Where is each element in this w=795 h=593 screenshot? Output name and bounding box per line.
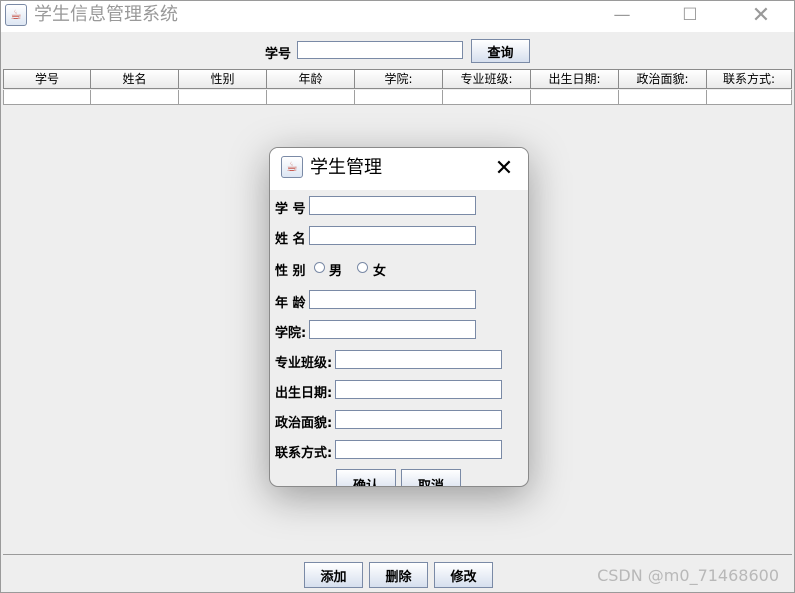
- dialog-title-bar: ☕ 学生管理 ✕: [270, 148, 528, 190]
- column-header[interactable]: 联系方式:: [707, 69, 792, 89]
- student-id-field[interactable]: [309, 196, 476, 215]
- title-bar: ☕ 学生信息管理系统 — ☐ ✕: [1, 1, 794, 32]
- birthdate-field[interactable]: [335, 380, 502, 399]
- table-header: 学号 姓名 性别 年龄 学院: 专业班级: 出生日期: 政治面貌: 联系方式:: [3, 69, 792, 90]
- modify-button[interactable]: 修改: [434, 562, 493, 588]
- gender-female-radio[interactable]: [357, 262, 368, 273]
- table-cell[interactable]: [531, 90, 619, 105]
- column-header[interactable]: 学号: [3, 69, 91, 89]
- column-header[interactable]: 政治面貌:: [619, 69, 707, 89]
- gender-label: 性 别: [275, 264, 306, 279]
- table-cell[interactable]: [707, 90, 792, 105]
- gender-male-radio[interactable]: [314, 262, 325, 273]
- gender-male-label[interactable]: 男: [329, 260, 342, 279]
- search-label: 学号: [265, 47, 292, 62]
- dialog-close-icon[interactable]: ✕: [490, 154, 518, 182]
- college-label: 学院:: [275, 326, 307, 341]
- major-class-field[interactable]: [335, 350, 502, 369]
- student-dialog: ☕ 学生管理 ✕ 学 号 姓 名 性 别 男 女 年 龄 学院: 专业班级: 出…: [269, 147, 529, 487]
- birthdate-label: 出生日期:: [275, 386, 333, 401]
- contact-label: 联系方式:: [275, 446, 333, 461]
- political-status-label: 政治面貌:: [275, 416, 333, 431]
- column-header[interactable]: 学院:: [355, 69, 443, 89]
- minimize-icon[interactable]: —: [599, 1, 645, 29]
- search-input[interactable]: [297, 41, 463, 59]
- major-class-label: 专业班级:: [275, 356, 333, 371]
- political-status-field[interactable]: [335, 410, 502, 429]
- query-button[interactable]: 查询: [471, 39, 530, 63]
- name-label: 姓 名: [275, 232, 306, 247]
- table-cell[interactable]: [91, 90, 179, 105]
- student-id-label: 学 号: [275, 202, 306, 217]
- column-header[interactable]: 专业班级:: [443, 69, 531, 89]
- table-cell[interactable]: [267, 90, 355, 105]
- table-cell[interactable]: [3, 90, 91, 105]
- college-field[interactable]: [309, 320, 476, 339]
- name-field[interactable]: [309, 226, 476, 245]
- table-cell[interactable]: [619, 90, 707, 105]
- java-cup-icon: ☕: [281, 156, 303, 178]
- age-label: 年 龄: [275, 296, 306, 311]
- table-row[interactable]: [3, 90, 792, 105]
- add-button[interactable]: 添加: [304, 562, 363, 588]
- table-cell[interactable]: [443, 90, 531, 105]
- column-header[interactable]: 年龄: [267, 69, 355, 89]
- age-field[interactable]: [309, 290, 476, 309]
- column-header[interactable]: 出生日期:: [531, 69, 619, 89]
- java-cup-icon: ☕: [5, 4, 27, 26]
- column-header[interactable]: 性别: [179, 69, 267, 89]
- dialog-title: 学生管理: [310, 157, 382, 178]
- watermark: CSDN @m0_71468600: [597, 566, 779, 585]
- maximize-icon[interactable]: ☐: [667, 1, 713, 29]
- close-icon[interactable]: ✕: [738, 1, 784, 29]
- cancel-button[interactable]: 取消: [401, 469, 461, 486]
- column-header[interactable]: 姓名: [91, 69, 179, 89]
- table-cell[interactable]: [179, 90, 267, 105]
- window-title: 学生信息管理系统: [34, 4, 178, 25]
- gender-female-label[interactable]: 女: [373, 260, 386, 279]
- divider: [3, 554, 792, 555]
- contact-field[interactable]: [335, 440, 502, 459]
- delete-button[interactable]: 删除: [369, 562, 428, 588]
- table-cell[interactable]: [355, 90, 443, 105]
- confirm-button[interactable]: 确认: [336, 469, 396, 486]
